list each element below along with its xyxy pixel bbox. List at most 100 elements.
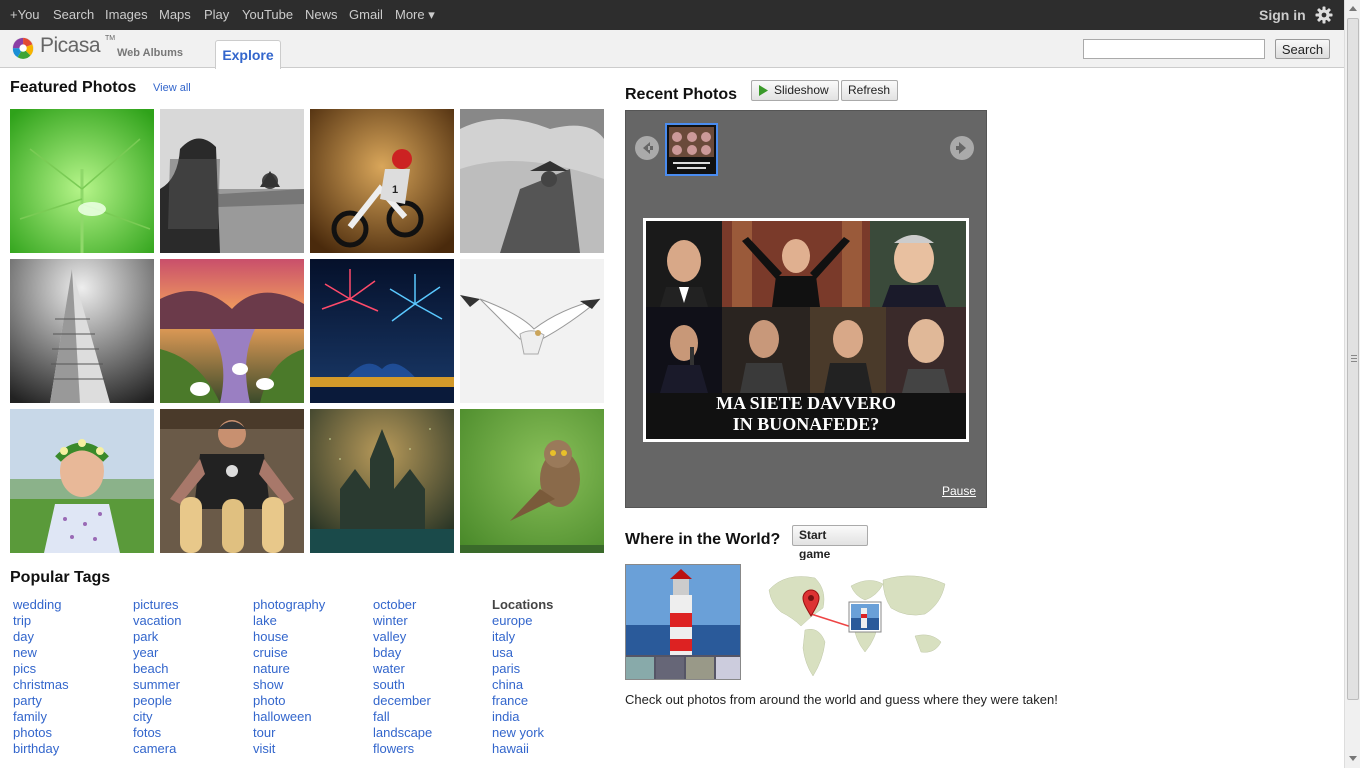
world-map-preview[interactable] [765, 560, 955, 682]
search-input[interactable] [1083, 39, 1265, 59]
tag-link[interactable]: day [13, 629, 69, 645]
tag-link[interactable]: wedding [13, 597, 69, 613]
sign-in-link[interactable]: Sign in [1259, 7, 1306, 23]
topbar-link-search[interactable]: Search [53, 7, 94, 22]
tag-link[interactable]: lake [253, 613, 325, 629]
topbar-link-maps[interactable]: Maps [159, 7, 191, 22]
tag-link[interactable]: flowers [373, 741, 432, 757]
tag-link[interactable]: fotos [133, 725, 181, 741]
tag-link[interactable]: valley [373, 629, 432, 645]
tag-link[interactable]: photography [253, 597, 325, 613]
search-button[interactable]: Search [1275, 39, 1330, 59]
location-tag-link[interactable]: india [492, 709, 553, 725]
tag-link[interactable]: december [373, 693, 432, 709]
location-tag-link[interactable]: italy [492, 629, 553, 645]
featured-photo-motocross[interactable]: 1 [310, 109, 454, 253]
vertical-scrollbar[interactable] [1344, 0, 1360, 768]
picasa-header: Picasa TM Web Albums Explore Search [0, 30, 1344, 69]
tag-link[interactable]: christmas [13, 677, 69, 693]
tag-link[interactable]: october [373, 597, 432, 613]
topbar-link-plus-you[interactable]: +You [10, 7, 40, 22]
tag-link[interactable]: pictures [133, 597, 181, 613]
topbar-link-youtube[interactable]: YouTube [242, 7, 293, 22]
featured-photo-leaf-droplet[interactable] [10, 109, 154, 253]
topbar-link-play[interactable]: Play [204, 7, 229, 22]
tag-column-3: photography lake house cruise nature sho… [253, 597, 325, 757]
tag-link[interactable]: trip [13, 613, 69, 629]
tag-link[interactable]: vacation [133, 613, 181, 629]
tag-link[interactable]: photo [253, 693, 325, 709]
location-tag-link[interactable]: paris [492, 661, 553, 677]
tag-link[interactable]: birthday [13, 741, 69, 757]
next-arrow-icon[interactable] [950, 136, 974, 160]
previous-arrow-icon[interactable] [635, 136, 659, 160]
tag-link[interactable]: beach [133, 661, 181, 677]
tag-link[interactable]: summer [133, 677, 181, 693]
tag-link[interactable]: landscape [373, 725, 432, 741]
featured-photo-farmer-hat[interactable] [460, 109, 604, 253]
topbar-link-news[interactable]: News [305, 7, 338, 22]
featured-photo-owl[interactable] [460, 409, 604, 553]
location-tag-link[interactable]: hawaii [492, 741, 553, 757]
featured-photo-child-flowers[interactable] [10, 409, 154, 553]
featured-photo-woman-portrait[interactable] [160, 109, 304, 253]
location-tag-link[interactable]: france [492, 693, 553, 709]
pause-link[interactable]: Pause [942, 484, 976, 498]
tag-link[interactable]: pics [13, 661, 69, 677]
tag-link[interactable]: family [13, 709, 69, 725]
featured-photo-cathedral-night[interactable] [310, 409, 454, 553]
scroll-up-arrow-icon[interactable] [1349, 6, 1357, 11]
tab-explore[interactable]: Explore [215, 40, 281, 69]
tag-link[interactable]: nature [253, 661, 325, 677]
location-tag-link[interactable]: usa [492, 645, 553, 661]
featured-photo-skyscraper[interactable] [10, 259, 154, 403]
recent-photo-main[interactable]: MA SIETE DAVVERO IN BUONAFEDE? [643, 218, 969, 442]
scrollbar-thumb[interactable] [1347, 18, 1359, 700]
picasa-logo-text: Picasa [40, 34, 101, 57]
tag-link[interactable]: house [253, 629, 325, 645]
topbar-link-more[interactable]: More ▾ [395, 7, 435, 23]
recent-photos-heading: Recent Photos [625, 86, 738, 103]
tag-link[interactable]: park [133, 629, 181, 645]
location-tag-link[interactable]: china [492, 677, 553, 693]
tag-link[interactable]: water [373, 661, 432, 677]
location-tag-link[interactable]: europe [492, 613, 553, 629]
featured-photo-fireworks[interactable] [310, 259, 454, 403]
tag-link[interactable]: city [133, 709, 181, 725]
topbar-link-gmail[interactable]: Gmail [349, 7, 383, 22]
tag-column-2: pictures vacation park year beach summer… [133, 597, 181, 757]
start-game-button[interactable]: Start game [792, 525, 868, 561]
tag-link[interactable]: new [13, 645, 69, 661]
featured-photo-gannet-bird[interactable] [460, 259, 604, 403]
game-description: Check out photos from around the world a… [625, 692, 1058, 707]
tag-link[interactable]: bday [373, 645, 432, 661]
tag-link[interactable]: halloween [253, 709, 325, 725]
featured-photo-tattooed-man[interactable] [160, 409, 304, 553]
tag-link[interactable]: show [253, 677, 325, 693]
tag-link[interactable]: people [133, 693, 181, 709]
lighthouse-photo[interactable] [625, 564, 741, 680]
tag-link[interactable]: year [133, 645, 181, 661]
gear-icon[interactable] [1315, 6, 1333, 24]
tag-link[interactable]: south [373, 677, 432, 693]
scroll-down-arrow-icon[interactable] [1349, 756, 1357, 761]
recent-photo-thumbnail[interactable] [665, 123, 718, 176]
svg-text:1: 1 [392, 184, 398, 196]
tag-link[interactable]: camera [133, 741, 181, 757]
slideshow-button[interactable]: Slideshow [751, 80, 839, 101]
tag-link[interactable]: visit [253, 741, 325, 757]
tag-link[interactable]: tour [253, 725, 325, 741]
tag-link[interactable]: fall [373, 709, 432, 725]
tag-link[interactable]: party [13, 693, 69, 709]
popular-tags-heading: Popular Tags [10, 569, 111, 586]
featured-photo-calla-lilies[interactable] [160, 259, 304, 403]
tag-link[interactable]: winter [373, 613, 432, 629]
picasa-logo-icon[interactable] [11, 37, 37, 61]
play-icon [759, 85, 768, 96]
view-all-link[interactable]: View all [153, 82, 191, 94]
location-tag-link[interactable]: new york [492, 725, 553, 741]
tag-link[interactable]: cruise [253, 645, 325, 661]
refresh-button[interactable]: Refresh [841, 80, 898, 101]
tag-link[interactable]: photos [13, 725, 69, 741]
topbar-link-images[interactable]: Images [105, 7, 148, 22]
